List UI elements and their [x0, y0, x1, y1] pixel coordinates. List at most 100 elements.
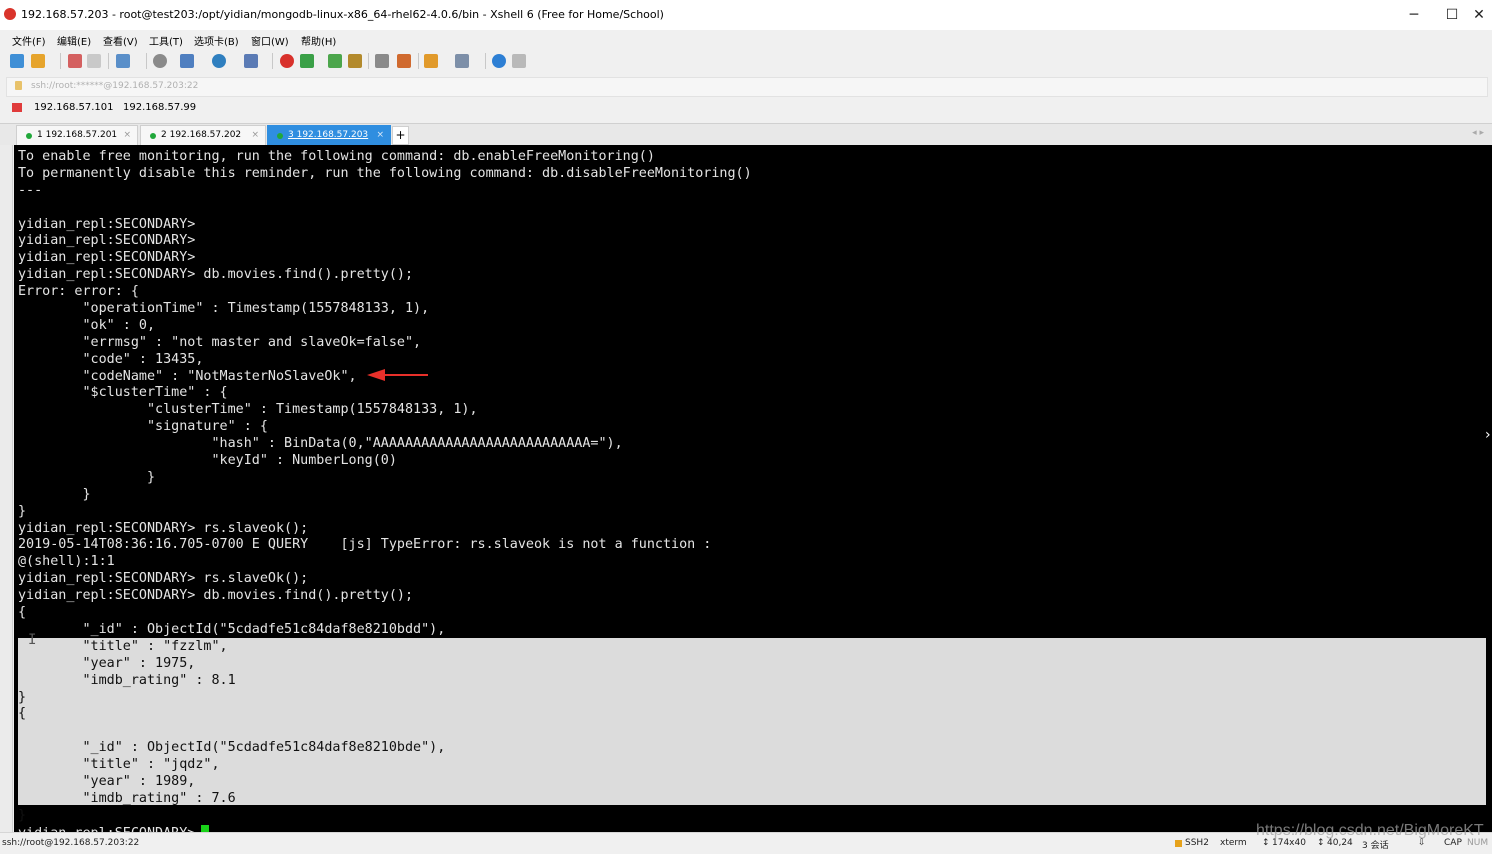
tab-label: 3 192.168.57.203 — [288, 130, 369, 140]
menu-window[interactable]: 窗口(W) — [251, 33, 289, 48]
terminal-line: yidian_repl:SECONDARY> — [18, 216, 196, 232]
terminal-line: "title" : "jqdz", — [18, 757, 220, 773]
tab-close-icon[interactable]: × — [123, 126, 131, 145]
fullscreen-icon[interactable] — [328, 54, 342, 68]
connected-status-icon — [150, 133, 156, 139]
window-title: 192.168.57.203 - root@test203:/opt/yidia… — [21, 8, 664, 21]
terminal-line: } — [18, 469, 156, 485]
lock-icon — [15, 81, 22, 90]
terminal-line: "year" : 1975, — [18, 655, 196, 671]
connect-icon[interactable] — [68, 54, 82, 68]
toolbar-separator — [368, 53, 369, 69]
address-text: ssh://root:******@192.168.57.203:22 — [31, 81, 199, 91]
script-icon[interactable] — [397, 54, 411, 68]
tab-session-1[interactable]: 1 192.168.57.201 × — [16, 125, 138, 145]
font-icon[interactable] — [244, 54, 258, 68]
toolbar-separator — [108, 53, 109, 69]
disconnect-icon[interactable] — [87, 54, 101, 68]
toolbar-separator — [485, 53, 486, 69]
ssh-lock-icon — [1175, 840, 1182, 847]
scroll-indicator-icon: › — [1485, 427, 1491, 443]
links-flag-icon — [12, 103, 22, 112]
layout-icon[interactable] — [455, 54, 469, 68]
tab-session-3[interactable]: 3 192.168.57.203 × — [267, 125, 391, 145]
terminal-line: --- — [18, 182, 43, 198]
connected-status-icon — [26, 133, 32, 139]
compose-icon[interactable] — [424, 54, 438, 68]
tab-close-icon[interactable]: × — [376, 126, 384, 145]
connected-status-icon — [277, 133, 283, 139]
new-tab-button[interactable]: + — [392, 126, 409, 145]
terminal-line: "keyId" : NumberLong(0) — [18, 453, 397, 469]
chat-icon[interactable] — [512, 54, 526, 68]
terminal-line: yidian_repl:SECONDARY> rs.slaveok(); — [18, 520, 309, 536]
terminal-line: } — [18, 689, 27, 705]
watermark: https://blog.csdn.net/BigMoreKT — [1256, 822, 1484, 839]
toolbar-separator — [418, 53, 419, 69]
xmanager-icon[interactable] — [300, 54, 314, 68]
open-folder-icon[interactable] — [31, 54, 45, 68]
minimize-button[interactable]: ─ — [1394, 4, 1434, 26]
terminal-line: "clusterTime" : Timestamp(1557848133, 1)… — [18, 402, 478, 418]
terminal-line: 2019-05-14T08:36:16.705-0700 E QUERY [js… — [18, 537, 712, 553]
terminal-line: yidian_repl:SECONDARY> — [18, 250, 196, 266]
terminal-line: @(shell):1:1 — [18, 554, 115, 570]
menu-file[interactable]: 文件(F) — [12, 33, 46, 48]
reconnect-icon[interactable] — [116, 54, 130, 68]
lock-icon[interactable] — [348, 54, 362, 68]
keyboard-icon[interactable] — [375, 54, 389, 68]
link-item[interactable]: 192.168.57.101 — [34, 102, 114, 113]
terminal-line: "signature" : { — [18, 419, 268, 435]
title-bar: 192.168.57.203 - root@test203:/opt/yidia… — [0, 0, 1492, 30]
session-manager-handle[interactable] — [0, 123, 13, 833]
terminal-line: "_id" : ObjectId("5cdadfe51c84daf8e8210b… — [18, 621, 446, 637]
xftp-icon[interactable] — [280, 54, 294, 68]
terminal-line: "title" : "fzzlm", — [18, 638, 228, 654]
status-protocol: SSH2 — [1185, 838, 1209, 848]
terminal-line: } — [18, 503, 27, 519]
link-item[interactable]: 192.168.57.99 — [123, 102, 196, 113]
xshell-app-icon — [4, 8, 16, 20]
menu-edit[interactable]: 编辑(E) — [57, 33, 91, 48]
terminal-line: "_id" : ObjectId("5cdadfe51c84daf8e8210b… — [18, 740, 446, 756]
menu-tools[interactable]: 工具(T) — [149, 33, 183, 48]
terminal-line: "year" : 1989, — [18, 773, 196, 789]
tab-session-2[interactable]: 2 192.168.57.202 × — [140, 125, 266, 145]
terminal-line: "imdb_rating" : 7.6 — [18, 790, 236, 806]
terminal-line: yidian_repl:SECONDARY> db.movies.find().… — [18, 588, 414, 604]
terminal-line: yidian_repl:SECONDARY> rs.slaveOk(); — [18, 571, 309, 587]
terminal-output[interactable]: To enable free monitoring, run the follo… — [14, 145, 1492, 832]
toolbar-separator — [60, 53, 61, 69]
terminal-line: { — [18, 605, 27, 621]
terminal-line: To enable free monitoring, run the follo… — [18, 149, 655, 164]
ibeam-cursor-icon: I — [28, 632, 37, 648]
menu-tabs[interactable]: 选项卡(B) — [194, 33, 239, 48]
globe-icon[interactable] — [212, 54, 226, 68]
new-session-icon[interactable] — [10, 54, 24, 68]
menu-view[interactable]: 查看(V) — [103, 33, 138, 48]
help-icon[interactable] — [492, 54, 506, 68]
tab-bar: 1 192.168.57.201 × 2 192.168.57.202 × 3 … — [0, 123, 1492, 145]
terminal-line: "errmsg" : "not master and slaveOk=false… — [18, 334, 422, 350]
close-window-button[interactable]: ✕ — [1466, 4, 1492, 26]
toolbar-separator — [146, 53, 147, 69]
red-arrow-annotation-icon — [367, 369, 428, 381]
status-session: ssh://root@192.168.57.203:22 — [2, 838, 140, 848]
toolbar-separator — [272, 53, 273, 69]
tab-label: 1 192.168.57.201 — [37, 130, 118, 140]
terminal-line: } — [18, 486, 91, 502]
tab-scroll-arrows[interactable]: ◂ ▸ — [1472, 128, 1484, 138]
menu-help[interactable]: 帮助(H) — [301, 33, 336, 48]
tab-close-icon[interactable]: × — [251, 126, 259, 145]
transfer-icon[interactable] — [180, 54, 194, 68]
terminal-line: } — [18, 807, 27, 823]
address-bar[interactable]: ssh://root:******@192.168.57.203:22 — [6, 77, 1488, 97]
toolbar — [0, 48, 1492, 74]
terminal-line: "$clusterTime" : { — [18, 385, 228, 401]
terminal-line: yidian_repl:SECONDARY> — [18, 824, 752, 832]
find-icon[interactable] — [153, 54, 167, 68]
terminal-lines: To enable free monitoring, run the follo… — [18, 149, 752, 832]
terminal-cursor — [201, 824, 210, 832]
terminal-line: yidian_repl:SECONDARY> db.movies.find().… — [18, 267, 414, 283]
